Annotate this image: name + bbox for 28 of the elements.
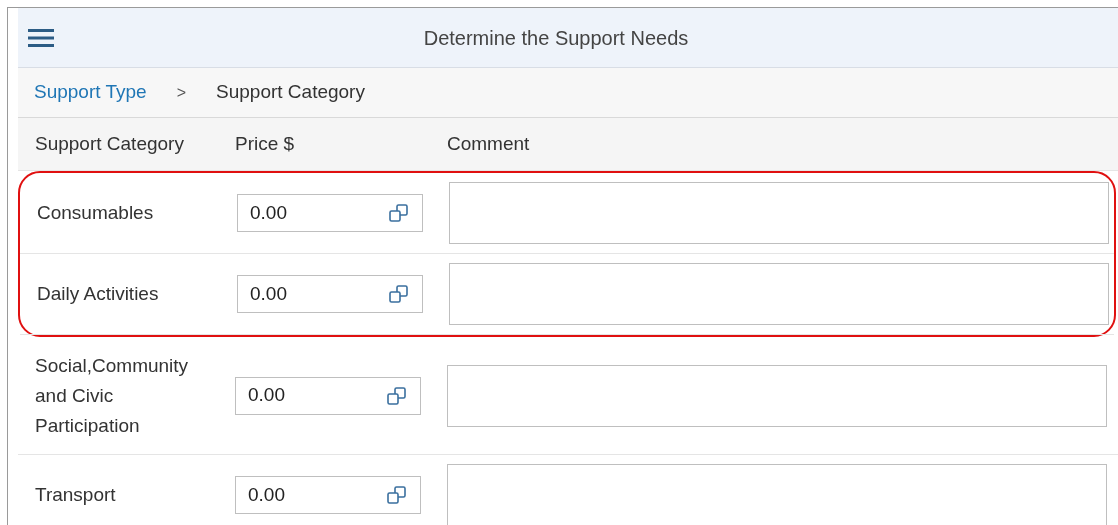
copy-icon[interactable] xyxy=(386,384,408,407)
column-header: Price $ xyxy=(234,131,296,156)
breadcrumb-separator: > xyxy=(176,82,187,103)
price-value: 0.00 xyxy=(250,200,287,225)
price-value: 0.00 xyxy=(248,482,285,507)
price-field[interactable]: 0.00 xyxy=(237,275,423,313)
menu-icon[interactable] xyxy=(28,27,54,48)
comment-field[interactable] xyxy=(449,182,1109,244)
column-header: Comment xyxy=(446,131,530,156)
comment-field[interactable] xyxy=(449,263,1109,325)
category-label: Transport xyxy=(34,483,117,507)
breadcrumb-current: Support Category xyxy=(216,80,365,105)
page-title: Determine the Support Needs xyxy=(422,25,690,51)
column-header: Support Category xyxy=(34,131,185,156)
price-value: 0.00 xyxy=(250,281,287,306)
copy-icon[interactable] xyxy=(386,484,408,506)
copy-icon[interactable] xyxy=(388,202,410,224)
category-label: Social,Community and Civic Participation xyxy=(34,353,190,438)
breadcrumb-link[interactable]: Support Type xyxy=(34,78,147,107)
comment-field[interactable] xyxy=(447,464,1107,525)
price-field[interactable]: 0.00 xyxy=(237,194,423,232)
price-field[interactable]: 0.00 xyxy=(235,476,421,514)
category-label: Consumables xyxy=(36,201,155,225)
price-field[interactable]: 0.00 xyxy=(235,376,421,415)
price-value: 0.00 xyxy=(248,383,285,408)
copy-icon[interactable] xyxy=(388,283,410,305)
comment-field[interactable] xyxy=(447,364,1107,427)
category-label: Daily Activities xyxy=(36,282,160,306)
